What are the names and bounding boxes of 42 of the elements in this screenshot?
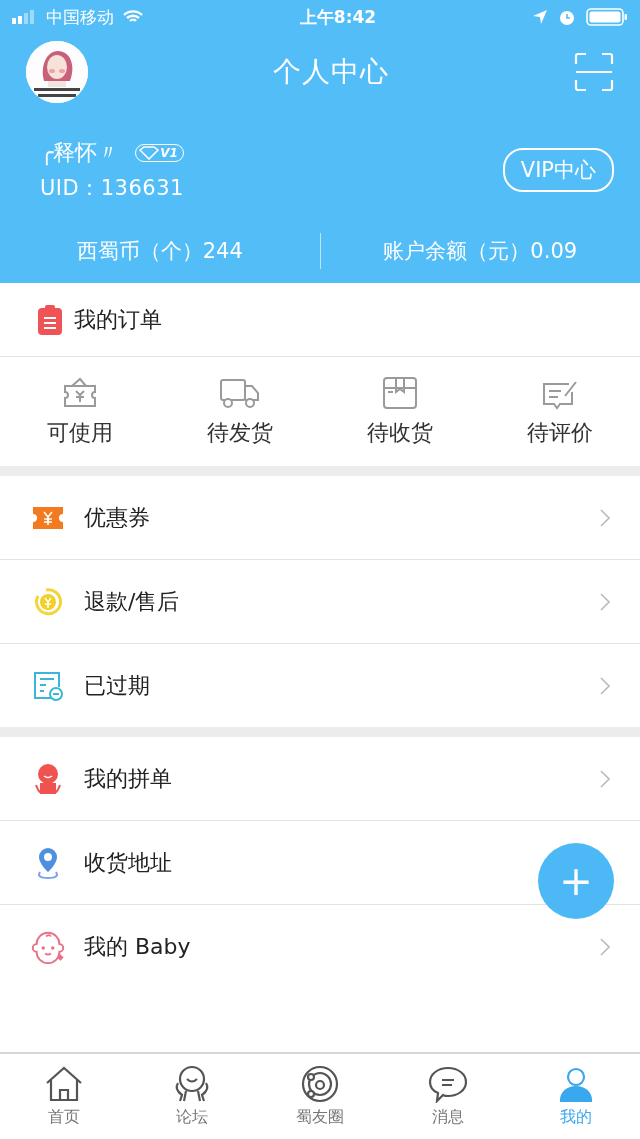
user-id: UID：136631 bbox=[40, 175, 185, 202]
expired-document-icon bbox=[32, 669, 64, 702]
location-arrow-icon bbox=[532, 9, 548, 25]
carrier-name: 中国移动 bbox=[46, 5, 114, 29]
tab-bar-item[interactable]: 消息 bbox=[384, 1054, 512, 1139]
menu-row[interactable]: 优惠券 bbox=[0, 476, 640, 560]
menu-row[interactable]: 退款/售后 bbox=[0, 560, 640, 644]
tab-bar-item[interactable]: 论坛 bbox=[128, 1054, 256, 1139]
menu-row[interactable]: 已过期 bbox=[0, 644, 640, 727]
menu-row[interactable]: 我的拼单 bbox=[0, 737, 640, 821]
menu-label: 我的拼单 bbox=[84, 764, 173, 793]
battery-icon bbox=[586, 8, 628, 26]
person-icon bbox=[33, 762, 63, 795]
coupon-icon bbox=[33, 506, 63, 529]
clipboard-icon bbox=[38, 304, 62, 335]
chevron-right-icon bbox=[600, 592, 610, 611]
menu-label: 我的 Baby bbox=[84, 932, 192, 961]
order-status-button[interactable]: 待发货 bbox=[160, 357, 320, 466]
alarm-icon bbox=[558, 8, 576, 26]
menu-label: 优惠券 bbox=[84, 503, 151, 532]
chevron-right-icon bbox=[600, 937, 610, 956]
order-status-button[interactable]: 待评价 bbox=[480, 357, 640, 466]
package-icon bbox=[382, 375, 418, 410]
chat-bubble-icon bbox=[428, 1065, 468, 1103]
chevron-right-icon bbox=[600, 676, 610, 695]
coin-icon bbox=[32, 585, 64, 618]
page-title: 个人中心 bbox=[272, 54, 390, 90]
orbit-icon bbox=[300, 1065, 340, 1103]
order-status-button[interactable]: 可使用 bbox=[0, 357, 160, 466]
chevron-right-icon bbox=[600, 769, 610, 788]
menu-label: 收货地址 bbox=[84, 848, 173, 877]
menu-label: 已过期 bbox=[84, 671, 151, 700]
chevron-right-icon bbox=[600, 508, 610, 527]
clock-time: 上午8:42 bbox=[298, 5, 378, 29]
tab-bar-item[interactable]: 蜀友圈 bbox=[256, 1054, 384, 1139]
scan-icon[interactable] bbox=[574, 52, 614, 92]
home-icon bbox=[44, 1065, 84, 1103]
order-status-button[interactable]: 待收货 bbox=[320, 357, 480, 466]
username: ╭释怀〃 bbox=[40, 139, 120, 168]
orders-title[interactable]: 我的订单 bbox=[74, 304, 162, 335]
menu-label: 退款/售后 bbox=[84, 587, 181, 616]
tab-bar-item[interactable]: 首页 bbox=[0, 1054, 128, 1139]
